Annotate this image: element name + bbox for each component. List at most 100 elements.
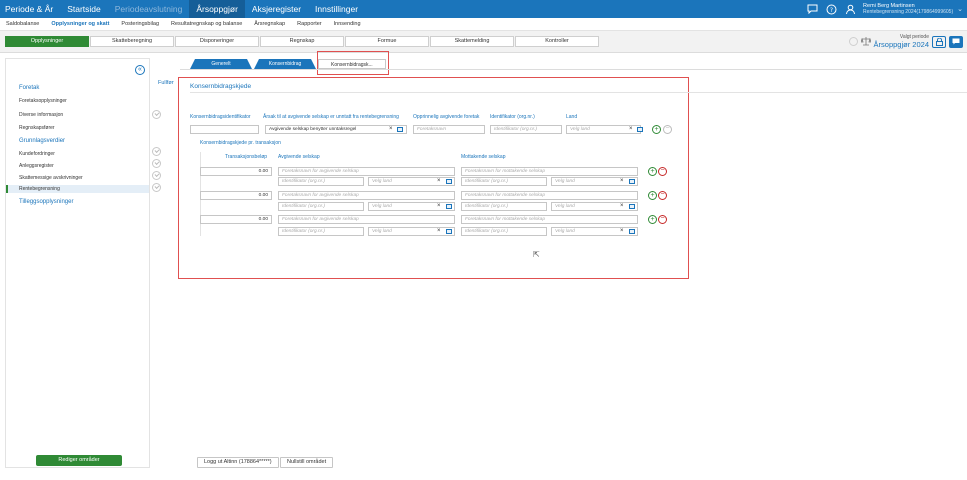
topnav-aksjeregister[interactable]: Aksjeregister <box>245 0 308 18</box>
scale-icon[interactable] <box>859 36 872 48</box>
subnav-posteringsbilag[interactable]: Posteringsbilag <box>115 21 165 27</box>
left-item-regnskapsforer[interactable]: Regnskapsfører <box>6 124 149 132</box>
lock-button[interactable] <box>932 35 946 48</box>
subnav-rapporter[interactable]: Rapporter <box>291 21 327 27</box>
remove-transaction-icon[interactable]: − <box>658 167 667 176</box>
edit-list-icon[interactable] <box>446 229 452 234</box>
edit-list-icon[interactable] <box>446 204 452 209</box>
add-transaction-icon[interactable]: + <box>648 191 657 200</box>
check-circle-icon <box>152 110 161 119</box>
receiver-land-select[interactable]: Velg land <box>551 227 638 236</box>
giver-name-input[interactable]: Foretaksnavn for avgivende selskap <box>278 167 455 176</box>
chevron-down-icon[interactable]: ⌄ <box>957 5 963 13</box>
giver-name-input[interactable]: Foretaksnavn for avgivende selskap <box>278 215 455 224</box>
step-opplysninger[interactable]: Opplysninger <box>5 36 89 47</box>
remove-row-icon[interactable]: − <box>663 125 672 134</box>
clear-icon[interactable]: × <box>629 126 633 133</box>
collapse-panel-icon[interactable]: « <box>135 65 145 75</box>
topnav-startside[interactable]: Startside <box>60 0 108 18</box>
receiver-name-input[interactable]: Foretaksnavn for mottakende selskap <box>461 167 638 176</box>
edit-list-icon[interactable] <box>629 179 635 184</box>
amount-input[interactable]: 0.00 <box>200 191 272 200</box>
label-identifikator: Konsernbidragsidentifikator <box>190 114 251 120</box>
add-transaction-icon[interactable]: + <box>648 167 657 176</box>
add-row-icon[interactable]: + <box>652 125 661 134</box>
topnav-periodeavslutning[interactable]: Periodeavslutning <box>108 0 190 18</box>
reset-area-button[interactable]: Nullstill området <box>280 457 334 468</box>
opprinnelig-input[interactable]: Foretaksnavn <box>413 125 485 134</box>
edit-list-icon[interactable] <box>446 179 452 184</box>
identifikator-input[interactable] <box>190 125 259 134</box>
left-item-rentebegrensning[interactable]: Rentebegrensning <box>6 185 149 193</box>
left-item-label: Anleggsregister <box>19 163 54 169</box>
step-regnskap[interactable]: Regnskap <box>260 36 344 47</box>
giver-land-select[interactable]: Velg land <box>368 177 455 186</box>
tab-generelt[interactable]: Generelt <box>190 59 252 69</box>
subnav-opplysninger-og-skatt[interactable]: Opplysninger og skatt <box>45 21 115 27</box>
org-nr-input[interactable]: Identifikator (org.nr.) <box>490 125 562 134</box>
left-item-label: Skattemessige avskrivninger <box>19 175 83 181</box>
remove-transaction-icon[interactable]: − <box>658 191 667 200</box>
clear-icon[interactable]: × <box>620 178 624 185</box>
chat-button[interactable] <box>949 35 963 48</box>
tab-konsernbidrag[interactable]: Konsernbidrag <box>254 59 316 69</box>
clear-icon[interactable]: × <box>437 178 441 185</box>
edit-list-icon[interactable] <box>629 229 635 234</box>
left-item-kundefordringer[interactable]: Kundefordringer <box>6 150 149 158</box>
amount-input[interactable]: 0.00 <box>200 167 272 176</box>
clear-icon[interactable]: × <box>620 228 624 235</box>
help-icon[interactable]: ? <box>825 3 837 15</box>
edit-list-icon[interactable] <box>397 127 403 132</box>
arsak-select[interactable]: Avgivende selskap benytter unntaksregel <box>265 125 407 134</box>
left-item-foretaksopplysninger[interactable]: Foretaksopplysninger <box>6 97 149 105</box>
amount-input[interactable]: 0.00 <box>200 215 272 224</box>
clear-icon[interactable]: × <box>437 228 441 235</box>
clear-icon[interactable]: × <box>620 203 624 210</box>
step-formue[interactable]: Formue <box>345 36 429 47</box>
topnav-periode-ar[interactable]: Periode & År <box>0 0 60 18</box>
receiver-name-input[interactable]: Foretaksnavn for mottakende selskap <box>461 191 638 200</box>
step-skatteberegning[interactable]: Skatteberegning <box>90 36 174 47</box>
giver-org-nr-input[interactable]: Identifikator (org.nr.) <box>278 177 364 186</box>
chat-icon[interactable] <box>806 3 818 15</box>
clear-icon[interactable]: × <box>437 203 441 210</box>
giver-org-nr-input[interactable]: Identifikator (org.nr.) <box>278 227 364 236</box>
receiver-org-nr-input[interactable]: Identifikator (org.nr.) <box>461 227 547 236</box>
step-disponeringer[interactable]: Disponeringer <box>175 36 259 47</box>
lock-icon <box>935 37 943 46</box>
subnav-resultatregnskap[interactable]: Resultatregnskap og balanse <box>165 21 248 27</box>
subnav-innsending[interactable]: Innsending <box>328 21 367 27</box>
receiver-name-input[interactable]: Foretaksnavn for mottakende selskap <box>461 215 638 224</box>
giver-org-nr-input[interactable]: Identifikator (org.nr.) <box>278 202 364 211</box>
topnav-arsoppgjor[interactable]: Årsoppgjør <box>189 0 245 18</box>
step-kontroller[interactable]: Kontroller <box>515 36 599 47</box>
topnav-innstillinger[interactable]: Innstillinger <box>308 0 365 18</box>
clear-icon[interactable]: × <box>389 126 393 133</box>
receiver-land-select[interactable]: Velg land <box>551 177 638 186</box>
subnav-saldobalanse[interactable]: Saldobalanse <box>0 21 45 27</box>
edit-list-icon[interactable] <box>637 127 643 132</box>
giver-land-select[interactable]: Velg land <box>368 227 455 236</box>
left-item-anleggsregister[interactable]: Anleggsregister <box>6 162 149 170</box>
subnav-arsregnskap[interactable]: Årsregnskap <box>248 21 291 27</box>
edit-list-icon[interactable] <box>629 204 635 209</box>
logout-altinn-button[interactable]: Logg ut Altinn (178864*****) <box>197 457 279 468</box>
user-icon[interactable] <box>844 3 856 15</box>
edit-areas-button[interactable]: Rediger områder <box>36 455 122 466</box>
user-company: Rentebegrensning 2024(179864999605) <box>863 9 954 15</box>
receiver-org-nr-input[interactable]: Identifikator (org.nr.) <box>461 202 547 211</box>
step-skattemelding[interactable]: Skattemelding <box>430 36 514 47</box>
giver-land-select[interactable]: Velg land <box>368 202 455 211</box>
user-info[interactable]: Remi Berg Martinsen Rentebegrensning 202… <box>863 3 953 15</box>
left-item-diverse-informasjon[interactable]: Diverse informasjon <box>6 111 149 119</box>
left-item-skattemessige-avskrivninger[interactable]: Skattemessige avskrivninger <box>6 174 149 182</box>
period-value[interactable]: Årsoppgjør 2024 <box>874 40 929 49</box>
left-item-label: Diverse informasjon <box>19 112 64 118</box>
receiver-land-select[interactable]: Velg land <box>551 202 638 211</box>
giver-name-input[interactable]: Foretaksnavn for avgivende selskap <box>278 191 455 200</box>
left-item-label: Kundefordringer <box>19 151 55 157</box>
group-tilleggsopplysninger[interactable]: Tilleggsopplysninger <box>19 199 73 205</box>
receiver-org-nr-input[interactable]: Identifikator (org.nr.) <box>461 177 547 186</box>
add-transaction-icon[interactable]: + <box>648 215 657 224</box>
remove-transaction-icon[interactable]: − <box>658 215 667 224</box>
